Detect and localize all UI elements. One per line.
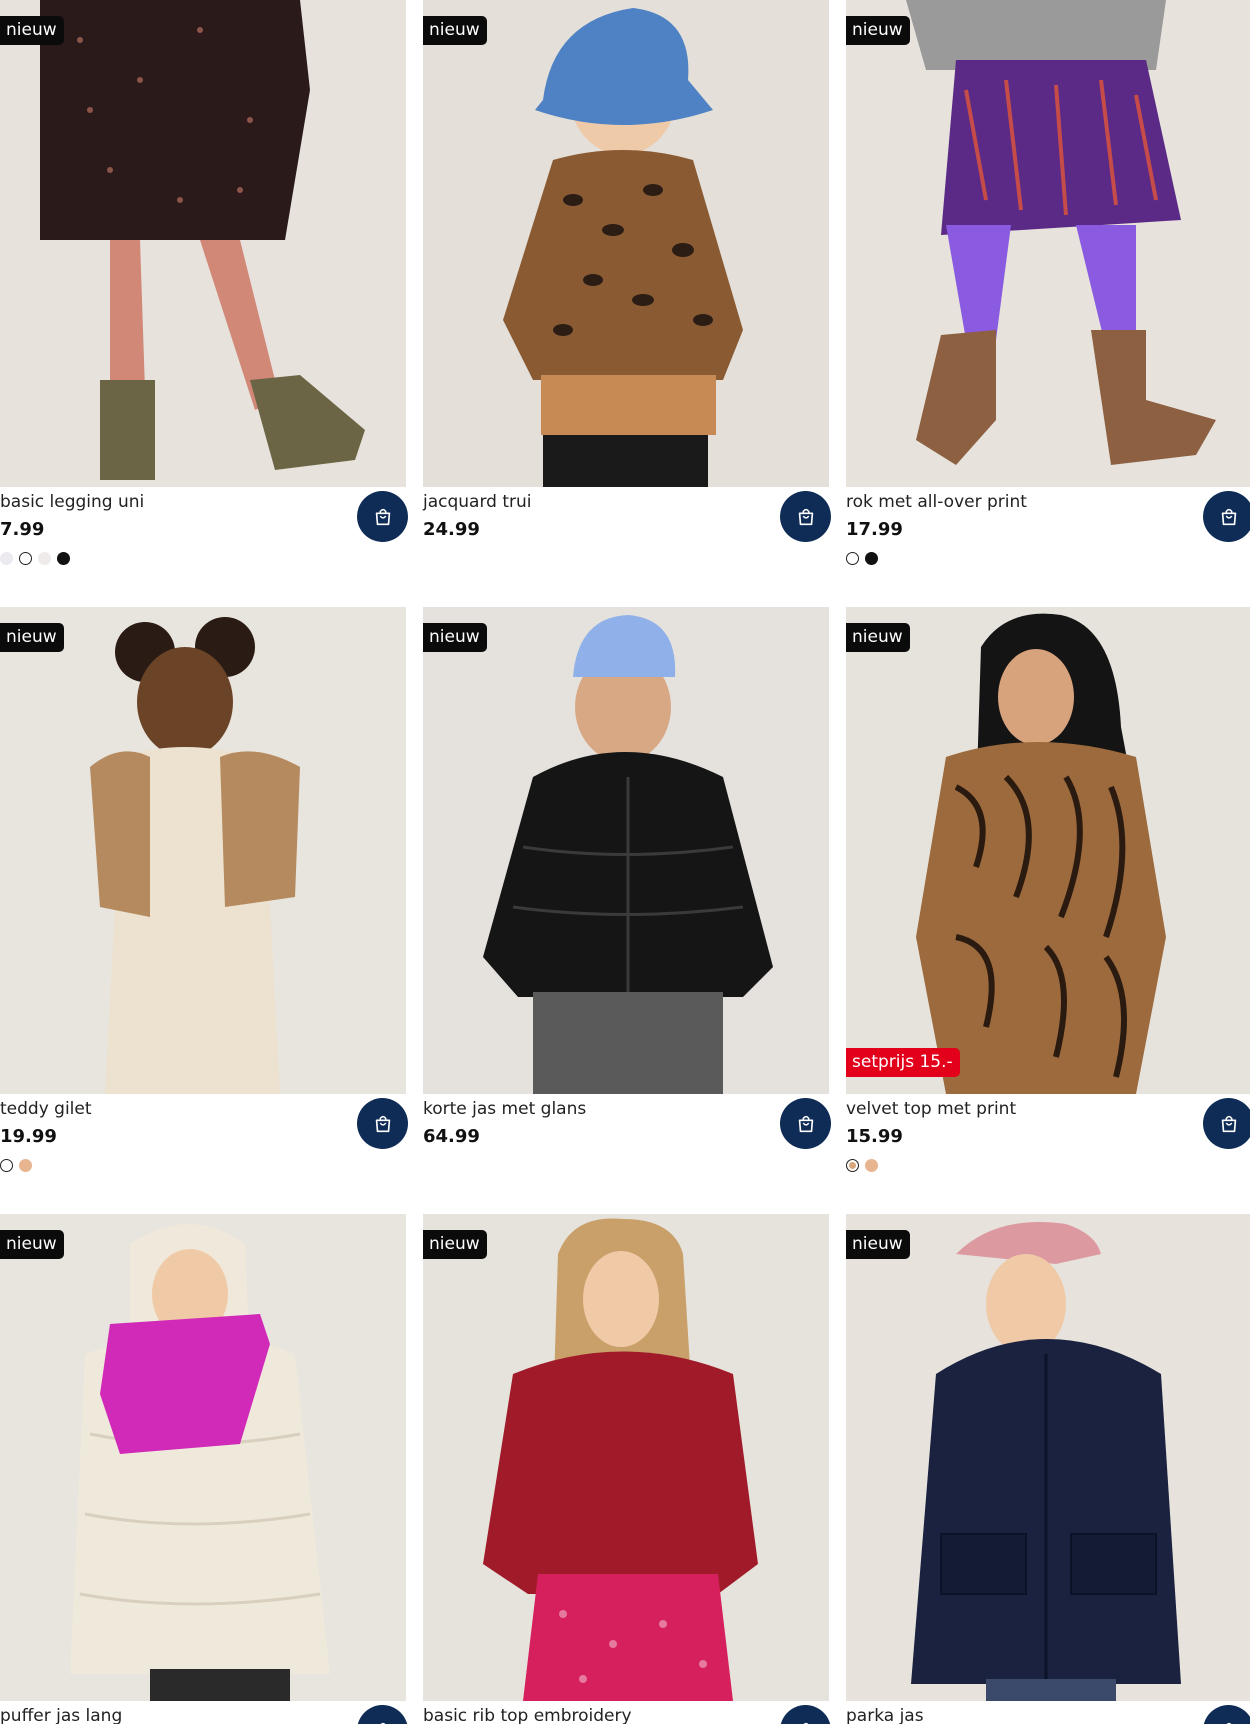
product-name[interactable]: korte jas met glans — [423, 1097, 586, 1121]
product-price: 15.99 — [846, 1126, 903, 1147]
product-name[interactable]: rok met all-over print — [846, 490, 1027, 514]
new-badge: nieuw — [846, 16, 910, 45]
new-badge: nieuw — [846, 623, 910, 652]
set-price-badge: setprijs 15.- — [846, 1048, 960, 1077]
new-badge: nieuw — [846, 1230, 910, 1259]
color-swatch[interactable] — [865, 552, 878, 565]
add-to-cart-button[interactable] — [780, 1705, 831, 1724]
product-name[interactable]: parka jas — [846, 1704, 924, 1724]
product-name[interactable]: basic rib top embroidery — [423, 1704, 632, 1724]
new-badge: nieuw — [423, 1230, 487, 1259]
product-photo[interactable] — [423, 0, 829, 487]
color-swatch[interactable] — [38, 552, 51, 565]
color-swatches — [0, 552, 70, 565]
product-photo[interactable] — [846, 607, 1250, 1094]
shopping-bag-icon — [802, 1722, 809, 1724]
shopping-bag-icon — [375, 1115, 390, 1132]
product-name[interactable]: jacquard trui — [423, 490, 532, 514]
add-to-cart-button[interactable] — [357, 1705, 408, 1724]
color-swatch-selected[interactable] — [846, 1159, 859, 1172]
add-to-cart-button[interactable] — [780, 1098, 831, 1149]
color-swatch[interactable] — [57, 552, 70, 565]
add-to-cart-button[interactable] — [1203, 491, 1250, 542]
product-name[interactable]: basic legging uni — [0, 490, 144, 514]
add-to-cart-button[interactable] — [1203, 1098, 1250, 1149]
shopping-bag-icon — [375, 508, 390, 525]
product-photo[interactable] — [423, 1214, 829, 1701]
color-swatches — [0, 1159, 32, 1172]
product-photo[interactable] — [423, 607, 829, 1094]
new-badge: nieuw — [423, 623, 487, 652]
add-to-cart-button[interactable] — [1203, 1705, 1250, 1724]
add-to-cart-button[interactable] — [357, 1098, 408, 1149]
new-badge: nieuw — [0, 623, 64, 652]
color-swatches — [846, 552, 878, 565]
shopping-bag-icon — [1221, 1115, 1236, 1132]
color-swatch[interactable] — [0, 552, 13, 565]
new-badge: nieuw — [0, 1230, 64, 1259]
product-price: 19.99 — [0, 1126, 57, 1147]
product-photo[interactable] — [0, 1214, 406, 1701]
product-photo[interactable] — [846, 1214, 1250, 1701]
shopping-bag-icon — [379, 1722, 386, 1724]
product-name[interactable]: puffer jas lang — [0, 1704, 122, 1724]
product-name[interactable]: teddy gilet — [0, 1097, 92, 1121]
product-photo[interactable] — [0, 0, 406, 487]
product-price: 24.99 — [423, 519, 480, 540]
add-to-cart-button[interactable] — [780, 491, 831, 542]
product-name[interactable]: velvet top met print — [846, 1097, 1016, 1121]
shopping-bag-icon — [1225, 1722, 1232, 1724]
new-badge: nieuw — [423, 16, 487, 45]
product-price: 64.99 — [423, 1126, 480, 1147]
color-swatch[interactable] — [865, 1159, 878, 1172]
color-swatches — [846, 1159, 878, 1172]
shopping-bag-icon — [798, 508, 813, 525]
product-price: 17.99 — [846, 519, 903, 540]
product-photo[interactable] — [846, 0, 1250, 487]
color-swatch[interactable] — [19, 1159, 32, 1172]
product-photo[interactable] — [0, 607, 406, 1094]
color-swatch-selected[interactable] — [0, 1159, 13, 1172]
color-swatch-selected[interactable] — [846, 552, 859, 565]
shopping-bag-icon — [1221, 508, 1236, 525]
add-to-cart-button[interactable] — [357, 491, 408, 542]
product-price: 7.99 — [0, 519, 45, 540]
new-badge: nieuw — [0, 16, 64, 45]
color-swatch-selected[interactable] — [19, 552, 32, 565]
shopping-bag-icon — [798, 1115, 813, 1132]
